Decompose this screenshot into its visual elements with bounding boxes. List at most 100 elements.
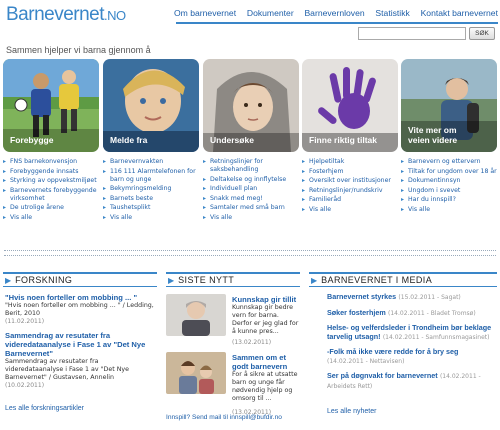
- article-title[interactable]: Sammen om et godt barnevern: [232, 353, 300, 371]
- link-list: FNS barnekonvensjon Forebyggende innsats…: [3, 158, 99, 222]
- arrow-right-icon: ▶: [5, 275, 12, 285]
- tile-undersoke[interactable]: Undersøke: [203, 59, 299, 152]
- top-navigation: Om barnevernet Dokumenter Barnevernloven…: [174, 8, 498, 18]
- tile-forebygge[interactable]: Forebygge: [3, 59, 99, 152]
- link-item[interactable]: Bekymringsmelding: [103, 185, 199, 193]
- arrow-right-icon: ▶: [311, 275, 318, 285]
- section-title: BARNEVERNET I MEDIA: [321, 275, 433, 285]
- link-item[interactable]: Barnevernets forebyggende virksomhet: [3, 187, 99, 203]
- media-source: (14.02.2011 - Bladet Tromsø): [388, 309, 476, 317]
- link-item[interactable]: 116 111 Alarmtelefonen for barn og unge: [103, 168, 199, 184]
- article-date: (11.02.2011): [5, 318, 45, 325]
- link-item-vis-alle[interactable]: Vis alle: [103, 214, 199, 222]
- feedback-link[interactable]: Innspill? Send mail til innspill@bufdir.…: [166, 414, 282, 421]
- site-logo[interactable]: Barnevernet.NO: [6, 4, 126, 26]
- link-item[interactable]: Taushetsplikt: [103, 204, 199, 212]
- link-item[interactable]: Individuell plan: [203, 185, 299, 193]
- header-divider: [176, 22, 498, 24]
- nav-barnevernloven[interactable]: Barnevernloven: [304, 8, 364, 18]
- nav-om-barnevernet[interactable]: Om barnevernet: [174, 8, 236, 18]
- woman-portrait-photo: [166, 294, 226, 336]
- link-list: Hjelpetiltak Fosterhjem Oversikt over in…: [302, 158, 398, 214]
- link-item-vis-alle[interactable]: Vis alle: [3, 214, 99, 222]
- link-item[interactable]: Ungdom i svevet: [401, 187, 497, 195]
- media-item: Søker fosterhjem (14.02.2011 - Bladet Tr…: [327, 308, 495, 319]
- link-item[interactable]: Styrking av oppvekstmiljøet: [3, 177, 99, 185]
- tile-vite-mer[interactable]: Vite mer om veien videre: [401, 59, 497, 152]
- news-photo[interactable]: [166, 294, 226, 336]
- article-title[interactable]: "Hvis noen forteller om mobbing ... ": [5, 293, 155, 302]
- section-header: ▶ SISTE NYTT: [166, 272, 300, 287]
- section-title: FORSKNING: [15, 275, 73, 285]
- link-list: Barnevernvakten 116 111 Alarmtelefonen f…: [103, 158, 199, 222]
- media-source: (14.02.2011 - Samfunnsmagasinet): [382, 333, 490, 341]
- link-item-vis-alle[interactable]: Vis alle: [401, 206, 497, 214]
- link-item[interactable]: Har du innspill?: [401, 196, 497, 204]
- section-forskning: ▶ FORSKNING "Hvis noen forteller om mobb…: [3, 272, 157, 414]
- section-media: ▶ BARNEVERNET I MEDIA Barnevernet styrke…: [309, 272, 497, 415]
- section-siste-nytt: ▶ SISTE NYTT Kunnskap gir tillit Kunnska…: [166, 272, 300, 421]
- section-title: SISTE NYTT: [178, 275, 235, 285]
- link-item-vis-alle[interactable]: Vis alle: [302, 206, 398, 214]
- column-forebygge: Forebygge FNS barnekonvensjon Forebyggen…: [3, 59, 99, 224]
- link-item[interactable]: Hjelpetiltak: [302, 158, 398, 166]
- nav-kontakt[interactable]: Kontakt barnevernet: [421, 8, 498, 18]
- media-title[interactable]: Søker fosterhjem: [327, 308, 386, 317]
- family-photo: [166, 352, 226, 394]
- link-item[interactable]: Barnets beste: [103, 195, 199, 203]
- section-header: ▶ FORSKNING: [3, 272, 157, 287]
- media-title[interactable]: Ser på døgnvakt for barnevernet: [327, 371, 438, 380]
- media-item: -Folk må ikke være redde for å bry seg (…: [327, 347, 495, 366]
- article-date: (10.02.2011): [5, 382, 45, 389]
- tile-label: Melde fra: [110, 135, 148, 145]
- arrow-right-icon: ▶: [168, 275, 175, 285]
- article-title[interactable]: Sammendrag av resutater fra videredataan…: [5, 331, 155, 358]
- tile-label: Forebygge: [10, 135, 54, 145]
- tile-melde-fra[interactable]: Melde fra: [103, 59, 199, 152]
- link-item-vis-alle[interactable]: Vis alle: [203, 214, 299, 222]
- more-link[interactable]: Les alle forskningsartikler: [5, 405, 84, 412]
- link-item[interactable]: Barnevernvakten: [103, 158, 199, 166]
- link-list: Retningslinjer for saksbehandling Deltak…: [203, 158, 299, 222]
- media-list: Barnevernet styrkes (15.02.2011 - Sagat)…: [309, 287, 497, 391]
- article-body: Kunnskap gir bedre vern for barna. Derfo…: [232, 304, 299, 335]
- link-item[interactable]: De utrolige årene: [3, 204, 99, 212]
- column-melde-fra: Melde fra Barnevernvakten 116 111 Alarmt…: [103, 59, 199, 224]
- article-body: For å sikre at utsatte barn og unge får …: [232, 371, 298, 402]
- search-input[interactable]: [358, 27, 466, 40]
- nav-dokumenter[interactable]: Dokumenter: [247, 8, 294, 18]
- article-title[interactable]: Kunnskap gir tillit: [232, 295, 300, 304]
- media-item: Barnevernet styrkes (15.02.2011 - Sagat): [327, 292, 495, 303]
- tile-label: Finne riktig tiltak: [309, 135, 378, 145]
- link-item[interactable]: FNS barnekonvensjon: [3, 158, 99, 166]
- section-divider: [4, 250, 496, 251]
- link-item[interactable]: Forebyggende innsats: [3, 168, 99, 176]
- link-item[interactable]: Samtaler med små barn: [203, 204, 299, 212]
- media-item: Ser på døgnvakt for barnevernet (14.02.2…: [327, 371, 495, 391]
- link-item[interactable]: Familieråd: [302, 196, 398, 204]
- link-item[interactable]: Fosterhjem: [302, 168, 398, 176]
- logo-text: Barnevernet: [6, 4, 105, 25]
- link-item[interactable]: Dokumentinnsyn: [401, 177, 497, 185]
- nav-statistikk[interactable]: Statistikk: [375, 8, 409, 18]
- link-item[interactable]: Retningslinjer/rundskriv: [302, 187, 398, 195]
- article-body: "Hvis noen forteller om mobbing ... " / …: [5, 302, 154, 317]
- media-source: (15.02.2011 - Sagat): [398, 294, 461, 301]
- tile-label: Undersøke: [210, 135, 254, 145]
- search-button[interactable]: SØK: [469, 27, 495, 40]
- media-source: (14.02.2011 - Nettavisen): [327, 357, 405, 365]
- link-item[interactable]: Tiltak for ungdom over 18 år: [401, 168, 497, 176]
- section-header: ▶ BARNEVERNET I MEDIA: [309, 272, 497, 287]
- link-item[interactable]: Snakk med meg!: [203, 195, 299, 203]
- news-photo[interactable]: [166, 352, 226, 394]
- link-item[interactable]: Oversikt over institusjoner: [302, 177, 398, 185]
- media-title[interactable]: -Folk må ikke være redde for å bry seg: [327, 347, 458, 356]
- link-item[interactable]: Retningslinjer for saksbehandling: [203, 158, 299, 174]
- column-vite-mer: Vite mer om veien videre Barnevern og et…: [401, 59, 497, 216]
- link-item[interactable]: Deltakelse og innflytelse: [203, 176, 299, 184]
- article-body: Sammendrag av resutater fra videredataan…: [5, 358, 130, 381]
- link-item[interactable]: Barnevern og ettervern: [401, 158, 497, 166]
- media-title[interactable]: Barnevernet styrkes: [327, 292, 396, 301]
- tile-finne-tiltak[interactable]: Finne riktig tiltak: [302, 59, 398, 152]
- more-link[interactable]: Les alle nyheter: [327, 408, 376, 415]
